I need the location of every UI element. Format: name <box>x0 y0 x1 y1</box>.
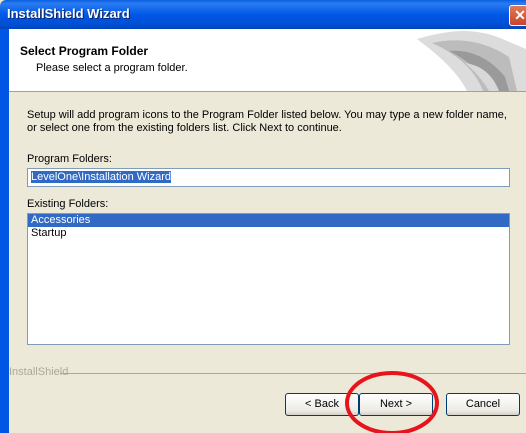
program-folders-label: Program Folders: <box>27 153 112 165</box>
setup-description: Setup will add program icons to the Prog… <box>27 109 507 134</box>
program-folder-value: LevelOne\Installation Wizard <box>31 171 172 183</box>
list-item[interactable]: Accessories <box>28 214 509 227</box>
next-button[interactable]: Next > <box>359 393 433 416</box>
window-title: InstallShield Wizard <box>7 6 130 21</box>
program-folder-input[interactable]: LevelOne\Installation Wizard <box>27 168 510 187</box>
back-button[interactable]: < Back <box>285 393 359 416</box>
close-button[interactable]: ✕ <box>509 5 526 26</box>
footer-divider <box>60 373 526 374</box>
wizard-graphic-icon <box>417 31 526 91</box>
title-bar[interactable]: InstallShield Wizard ✕ <box>0 0 526 29</box>
wizard-header: Select Program Folder Please select a pr… <box>9 29 526 92</box>
window-frame-left <box>0 29 9 433</box>
close-icon: ✕ <box>514 7 526 23</box>
list-item[interactable]: Startup <box>28 227 509 240</box>
existing-folders-list[interactable]: Accessories Startup <box>27 213 510 345</box>
existing-folders-label: Existing Folders: <box>27 198 109 210</box>
page-subtitle: Please select a program folder. <box>36 62 188 74</box>
installshield-window: InstallShield Wizard ✕ Select Program Fo… <box>0 0 526 433</box>
page-title: Select Program Folder <box>20 44 149 58</box>
cancel-button[interactable]: Cancel <box>446 393 520 416</box>
installshield-brand-label: InstallShield <box>9 366 69 378</box>
